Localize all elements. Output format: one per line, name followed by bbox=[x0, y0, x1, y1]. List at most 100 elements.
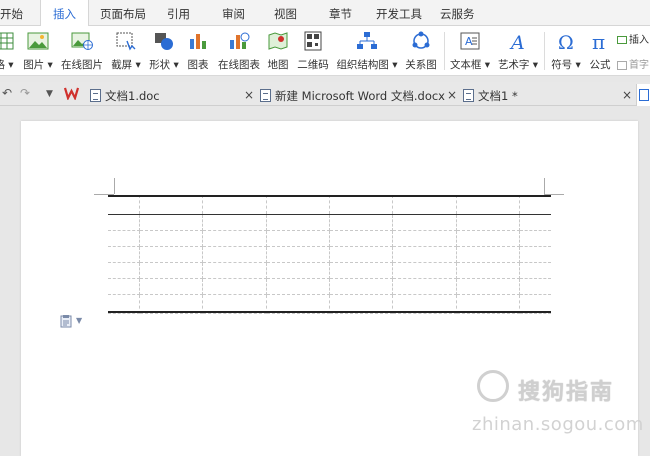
map-button[interactable]: 地图 bbox=[264, 26, 292, 76]
field-icon bbox=[617, 36, 627, 44]
doc-tab-3[interactable]: 文档1 * bbox=[463, 84, 518, 106]
table-cell[interactable] bbox=[108, 195, 141, 215]
table-cell[interactable] bbox=[202, 195, 267, 215]
table-cell[interactable] bbox=[265, 278, 330, 295]
doc-tab-1-close[interactable]: × bbox=[244, 84, 254, 106]
svg-text:A: A bbox=[509, 32, 525, 51]
table-cell[interactable] bbox=[328, 278, 394, 295]
redo-icon[interactable]: ↷ bbox=[20, 86, 30, 100]
table-cell[interactable] bbox=[518, 230, 551, 247]
pi-icon: π bbox=[592, 31, 605, 51]
table-cell[interactable] bbox=[392, 278, 457, 295]
shapes-button[interactable]: 形状 ▾ bbox=[146, 26, 182, 76]
table-cell[interactable] bbox=[265, 214, 330, 231]
relation-icon bbox=[412, 31, 430, 49]
table-cell[interactable] bbox=[455, 195, 520, 215]
table-cell[interactable] bbox=[108, 230, 141, 247]
qrcode-button[interactable]: 二维码 bbox=[294, 26, 332, 76]
table-cell[interactable] bbox=[392, 214, 457, 231]
margin-marker bbox=[544, 178, 545, 194]
table-cell[interactable] bbox=[108, 214, 141, 231]
symbol-button[interactable]: Ω 符号 ▾ bbox=[548, 26, 584, 76]
table-cell[interactable] bbox=[328, 230, 394, 247]
tab-developer[interactable]: 开发工具 bbox=[376, 6, 422, 22]
table-cell[interactable] bbox=[108, 262, 141, 279]
table-cell[interactable] bbox=[455, 246, 520, 263]
table-cell[interactable] bbox=[518, 278, 551, 295]
table-cell[interactable] bbox=[202, 262, 267, 279]
active-doc-tab-edge[interactable] bbox=[636, 84, 650, 106]
document-table[interactable] bbox=[108, 195, 551, 314]
doc-tab-1[interactable]: 文档1.doc bbox=[90, 84, 160, 106]
undo-icon[interactable]: ↶ bbox=[2, 86, 12, 100]
table-cell[interactable] bbox=[265, 230, 330, 247]
online-picture-button[interactable]: 在线图片 bbox=[60, 26, 104, 76]
picture-button[interactable]: 图片 ▾ bbox=[20, 26, 56, 76]
tab-section[interactable]: 章节 bbox=[329, 6, 352, 22]
paste-options-icon[interactable] bbox=[60, 314, 72, 328]
chart-button[interactable]: 图表 bbox=[184, 26, 212, 76]
table-cell[interactable] bbox=[139, 262, 204, 279]
quick-access-dropdown-icon[interactable]: ▼ bbox=[46, 89, 53, 99]
org-chart-button[interactable]: 组织结构图 ▾ bbox=[336, 26, 398, 76]
table-cell[interactable] bbox=[139, 246, 204, 263]
tab-references[interactable]: 引用 bbox=[167, 6, 190, 22]
table-cell[interactable] bbox=[202, 278, 267, 295]
table-cell[interactable] bbox=[518, 195, 551, 215]
table-cell[interactable] bbox=[455, 214, 520, 231]
table-cell[interactable] bbox=[139, 230, 204, 247]
table-cell[interactable] bbox=[455, 230, 520, 247]
table-cell[interactable] bbox=[518, 214, 551, 231]
doc-tab-2[interactable]: 新建 Microsoft Word 文档.docx bbox=[260, 84, 445, 106]
table-cell[interactable] bbox=[139, 214, 204, 231]
table-cell[interactable] bbox=[392, 195, 457, 215]
table-cell[interactable] bbox=[202, 214, 267, 231]
table-cell[interactable] bbox=[265, 262, 330, 279]
table-cell[interactable] bbox=[392, 230, 457, 247]
relation-button[interactable]: 关系图 bbox=[402, 26, 440, 76]
table-cell[interactable] bbox=[328, 195, 394, 215]
table-row bbox=[108, 262, 551, 279]
online-chart-icon bbox=[230, 32, 250, 49]
online-chart-button[interactable]: 在线图表 bbox=[216, 26, 262, 76]
table-cell[interactable] bbox=[518, 262, 551, 279]
tab-page-layout[interactable]: 页面布局 bbox=[100, 6, 146, 22]
table-cell[interactable] bbox=[265, 246, 330, 263]
insert-field-button[interactable]: 插入 bbox=[617, 31, 649, 46]
table-cell[interactable] bbox=[392, 262, 457, 279]
tab-review[interactable]: 审阅 bbox=[222, 6, 245, 22]
table-cell[interactable] bbox=[392, 246, 457, 263]
vertical-scrollbar[interactable] bbox=[640, 107, 650, 456]
table-cell[interactable] bbox=[518, 246, 551, 263]
table-cell[interactable] bbox=[139, 278, 204, 295]
org-chart-icon bbox=[357, 32, 377, 49]
table-cell[interactable] bbox=[455, 262, 520, 279]
doc-tab-3-close[interactable]: × bbox=[622, 84, 632, 106]
tab-home[interactable]: 开始 bbox=[0, 6, 23, 22]
table-cell[interactable] bbox=[108, 246, 141, 263]
wordart-button[interactable]: A 艺术字 ▾ bbox=[496, 26, 540, 76]
table-cell[interactable] bbox=[139, 195, 204, 215]
textbox-button[interactable]: A 文本框 ▾ bbox=[448, 26, 492, 76]
doc-tab-2-close[interactable]: × bbox=[447, 84, 457, 106]
screenshot-button[interactable]: 截屏 ▾ bbox=[108, 26, 144, 76]
tab-cloud[interactable]: 云服务 bbox=[440, 6, 475, 22]
ribbon-separator bbox=[444, 32, 445, 70]
map-icon bbox=[268, 32, 288, 50]
table-cell[interactable] bbox=[455, 278, 520, 295]
table-button[interactable]: 格 ▾ bbox=[0, 26, 16, 76]
tab-insert[interactable]: 插入 bbox=[40, 0, 89, 26]
table-cell[interactable] bbox=[202, 230, 267, 247]
table-cell[interactable] bbox=[202, 246, 267, 263]
paste-options-dropdown-icon[interactable]: ▼ bbox=[76, 316, 82, 325]
drop-cap-button[interactable]: 首字 bbox=[617, 56, 649, 71]
table-cell[interactable] bbox=[328, 214, 394, 231]
table-cell[interactable] bbox=[265, 195, 330, 215]
table-cell[interactable] bbox=[108, 278, 141, 295]
table-cell[interactable] bbox=[328, 246, 394, 263]
wps-logo-icon[interactable] bbox=[64, 86, 79, 100]
tab-view[interactable]: 视图 bbox=[274, 6, 297, 22]
formula-button[interactable]: π 公式 bbox=[586, 26, 614, 76]
table-top-border bbox=[108, 195, 551, 197]
table-cell[interactable] bbox=[328, 262, 394, 279]
